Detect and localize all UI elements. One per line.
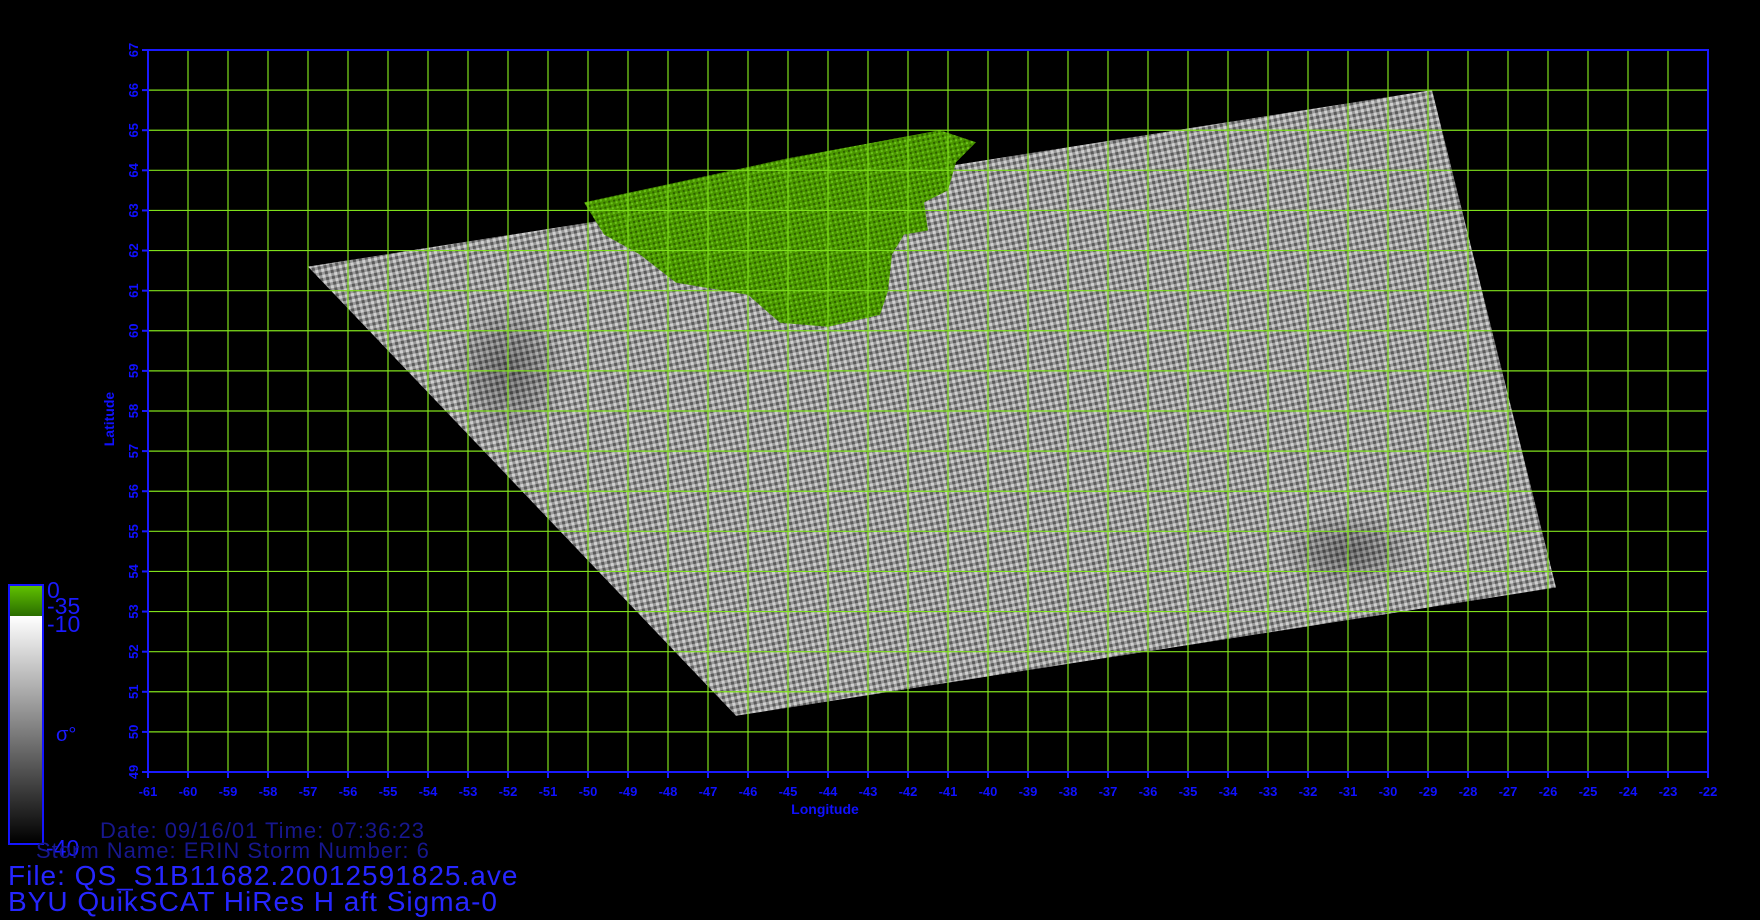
colorbar-label-minus10: -10 [47, 611, 81, 637]
x-tick-label: -29 [1419, 784, 1438, 799]
y-tick-label: 53 [126, 604, 141, 618]
y-tick-label: 65 [126, 123, 141, 137]
x-tick-label: -45 [779, 784, 798, 799]
y-tick-label: 61 [126, 283, 141, 297]
x-tick-label: -25 [1579, 784, 1598, 799]
x-tick-label: -60 [179, 784, 198, 799]
x-tick-label: -24 [1619, 784, 1639, 799]
y-tick-label: 51 [126, 685, 141, 699]
x-tick-label: -53 [459, 784, 478, 799]
x-tick-label: -23 [1659, 784, 1678, 799]
y-tick-label: 56 [126, 484, 141, 498]
y-tick-label: 64 [126, 162, 141, 177]
colorbar-symbol: σ° [56, 724, 77, 746]
x-tick-label: -43 [859, 784, 878, 799]
x-tick-label: -36 [1139, 784, 1158, 799]
x-tick-label: -48 [659, 784, 678, 799]
x-tick-label: -28 [1459, 784, 1478, 799]
y-tick-label: 57 [126, 444, 141, 458]
colorbar-land-segment [10, 586, 42, 616]
x-tick-label: -52 [499, 784, 518, 799]
x-tick-label: -39 [1019, 784, 1038, 799]
y-tick-label: 67 [126, 43, 141, 57]
y-tick-label: 66 [126, 83, 141, 97]
x-tick-label: -57 [299, 784, 318, 799]
x-tick-label: -22 [1699, 784, 1718, 799]
x-tick-label: -61 [139, 784, 158, 799]
y-tick-label: 59 [126, 364, 141, 378]
x-tick-label: -49 [619, 784, 638, 799]
x-tick-label: -58 [259, 784, 278, 799]
y-tick-label: 54 [126, 563, 141, 578]
y-tick-label: 49 [126, 765, 141, 779]
x-tick-label: -33 [1259, 784, 1278, 799]
y-tick-label: 52 [126, 644, 141, 658]
x-tick-label: -44 [819, 784, 839, 799]
x-tick-label: -54 [419, 784, 439, 799]
x-tick-label: -31 [1339, 784, 1358, 799]
y-tick-label: 58 [126, 404, 141, 418]
scatterometer-map: -61 -60 -59 -58 -57 -56 -55 -54 -53 -52 -51 -50 -49 -… [101, 43, 1718, 817]
x-tick-label: -38 [1059, 784, 1078, 799]
x-tick-label: -30 [1379, 784, 1398, 799]
x-tick-label: -51 [539, 784, 558, 799]
x-axis-label: Longitude [791, 801, 859, 817]
y-tick-label: 55 [126, 524, 141, 538]
x-tick-label: -59 [219, 784, 238, 799]
x-tick-label: -40 [979, 784, 998, 799]
x-tick-label: -46 [739, 784, 758, 799]
y-tick-label: 62 [126, 243, 141, 257]
x-tick-label: -56 [339, 784, 358, 799]
x-tick-label: -47 [699, 784, 718, 799]
colorbar-sigma0-segment [10, 616, 42, 843]
y-tick-label: 50 [126, 725, 141, 739]
x-tick-label: -27 [1499, 784, 1518, 799]
colorbar [8, 584, 44, 845]
x-tick-label: -50 [579, 784, 598, 799]
y-tick-label: 60 [126, 324, 141, 338]
x-tick-label: -37 [1099, 784, 1118, 799]
x-tick-label: -55 [379, 784, 398, 799]
x-tick-label: -42 [899, 784, 918, 799]
x-tick-label: -26 [1539, 784, 1558, 799]
x-tick-label: -32 [1299, 784, 1318, 799]
product-title-label: BYU QuikSCAT HiRes H aft Sigma-0 [8, 886, 498, 917]
x-tick-label: -35 [1179, 784, 1198, 799]
y-axis-label: Latitude [101, 392, 117, 447]
x-tick-label: -41 [939, 784, 958, 799]
x-tick-label: -34 [1219, 784, 1239, 799]
y-tick-label: 63 [126, 203, 141, 217]
